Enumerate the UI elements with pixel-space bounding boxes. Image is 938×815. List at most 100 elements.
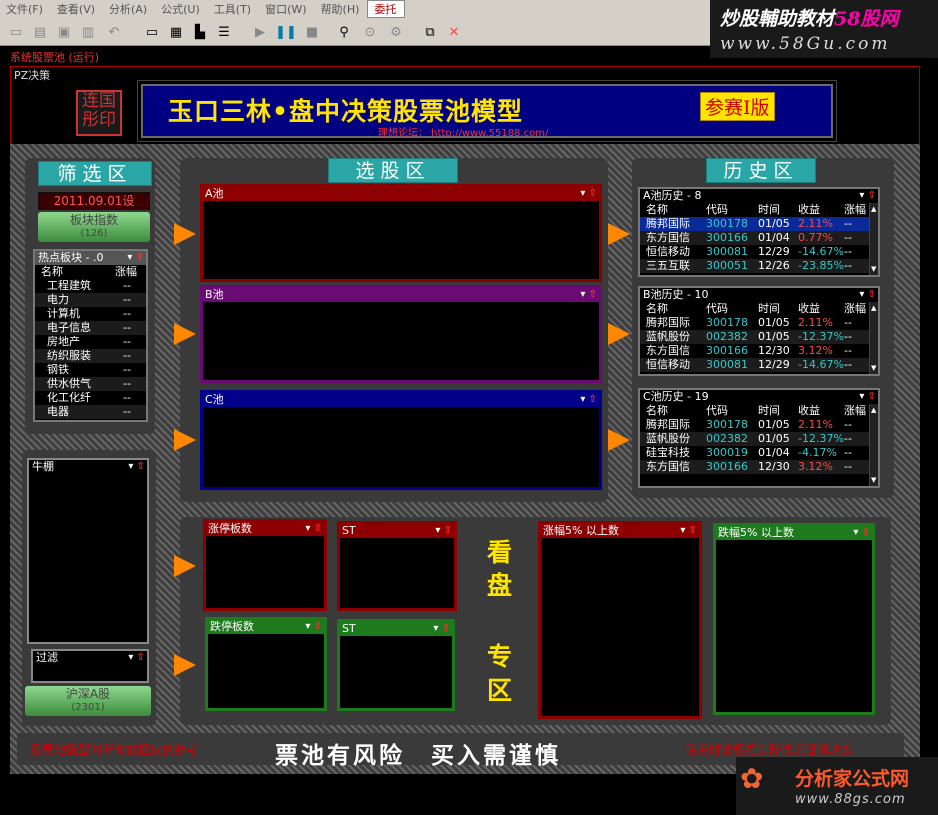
layout-icon[interactable]: ▦	[166, 22, 186, 42]
menu-tools[interactable]: 工具(T)	[208, 1, 259, 19]
pool-b-window[interactable]: B池 ▾ ⇧	[200, 285, 602, 383]
list-item[interactable]: 工程建筑 --	[35, 279, 146, 293]
table-row[interactable]: 三五互联 300051 12/26 -23.85% --	[640, 259, 878, 273]
down5-window[interactable]: 跌幅5% 以上数 ▾ ⇧	[713, 523, 875, 715]
all-a-shares-button[interactable]: 沪深A股 (2301)	[25, 686, 151, 716]
signal-arrow-icon	[608, 429, 630, 451]
brand-title: 炒股輔助教材58股网	[720, 8, 899, 30]
limit-down-title: 跌停板数	[210, 620, 254, 633]
dropdown-icon: ▾	[680, 525, 686, 536]
stop-icon[interactable]: ■	[302, 22, 322, 42]
table-row[interactable]: 恒信移动 300081 12/29 -14.67% --	[640, 245, 878, 259]
filter-list[interactable]: 过滤 ▾ ⇧	[31, 649, 149, 683]
cell-name: 硅宝科技	[646, 446, 690, 459]
list-item[interactable]: 电力 --	[35, 293, 146, 307]
menu-window[interactable]: 窗口(W)	[259, 1, 314, 19]
date-setting-button[interactable]: 2011.09.01设	[38, 192, 150, 210]
signal-arrow-icon	[174, 654, 196, 676]
dropdown-icon: ▾	[305, 523, 311, 534]
find-icon[interactable]: ⊙	[360, 22, 380, 42]
pause-icon[interactable]: ❚❚	[275, 22, 297, 42]
pool-c-history[interactable]: C池历史 - 19 ▾ ⇧ 名称 代码 时间 收益 涨幅 腾邦国际 300178 01/05 2.…	[638, 388, 880, 488]
menu-analysis[interactable]: 分析(A)	[103, 1, 155, 19]
up-arrow-icon: ⇧	[136, 652, 145, 663]
rect-tool-icon[interactable]: ▭	[142, 22, 162, 42]
table-row[interactable]: 东方国信 300166 01/04 0.77% --	[640, 231, 878, 245]
st-up-title: ST	[342, 524, 356, 537]
table-row[interactable]: 腾邦国际 300178 01/05 2.11% --	[640, 418, 878, 432]
table-row[interactable]: 硅宝科技 300019 01/04 -4.17% --	[640, 446, 878, 460]
scrollbar[interactable]: ▲ ▼	[869, 404, 878, 486]
hot-sector-list[interactable]: 热点板块 - .0 ▾ ⇧ 名称 涨幅 工程建筑 -- 电力 -- 计算机 -- 电子信息 -- 房…	[33, 249, 148, 422]
dropdown-icon: ▾	[127, 252, 133, 263]
board-index-button[interactable]: 板块指数 (126)	[38, 212, 150, 242]
align-icon[interactable]: ▙	[190, 22, 210, 42]
play-icon[interactable]: ▶	[250, 22, 270, 42]
footer-site-name: 分析家公式网	[795, 768, 910, 790]
history-header: 名称 代码 时间 收益 涨幅	[640, 404, 878, 418]
cell-code: 002382	[706, 330, 748, 343]
bull-list[interactable]: 牛棚 ▾ ⇧	[27, 458, 149, 644]
table-row[interactable]: 东方国信 300166 12/30 3.12% --	[640, 344, 878, 358]
export-icon[interactable]: ⧉	[420, 22, 440, 42]
pool-b-history[interactable]: B池历史 - 10 ▾ ⇧ 名称 代码 时间 收益 涨幅 腾邦国际 300178 01/05 2.…	[638, 286, 880, 376]
list-item[interactable]: 电器 --	[35, 405, 146, 419]
list-item[interactable]: 计算机 --	[35, 307, 146, 321]
table-row[interactable]: 东方国信 300166 12/30 3.12% --	[640, 460, 878, 474]
cell-chg: --	[844, 259, 852, 272]
pool-a-history[interactable]: A池历史 - 8 ▾ ⇧ 名称 代码 时间 收益 涨幅 腾邦国际 300178 01/05 2.1…	[638, 187, 880, 277]
pool-c-window[interactable]: C池 ▾ ⇧	[200, 390, 602, 490]
menu-formula[interactable]: 公式(U)	[155, 1, 208, 19]
sector-change: --	[123, 349, 131, 362]
table-row[interactable]: 蓝帆股份 002382 01/05 -12.37% --	[640, 432, 878, 446]
list-item[interactable]: 纺织服装 --	[35, 349, 146, 363]
table-row[interactable]: 恒信移动 300081 12/29 -14.67% --	[640, 358, 878, 372]
open-icon[interactable]: ▤	[30, 22, 50, 42]
column-header: 代码	[706, 302, 728, 315]
cell-name: 腾邦国际	[646, 217, 690, 230]
close-icon[interactable]: ✕	[444, 22, 464, 42]
search-icon[interactable]: ⚲	[334, 22, 354, 42]
menu-trade[interactable]: 委托	[367, 0, 406, 18]
dropdown-icon: ▾	[859, 289, 865, 300]
warning-right: 使用时请根据实际情况谨慎决策	[685, 743, 854, 757]
list-item[interactable]: 化工化纤 --	[35, 391, 146, 405]
sector-name: 计算机	[47, 307, 80, 320]
table-row[interactable]: 蓝帆股份 002382 01/05 -12.37% --	[640, 330, 878, 344]
limit-down-window[interactable]: 跌停板数 ▾ ⇧	[205, 617, 327, 711]
list-item[interactable]: 电子信息 --	[35, 321, 146, 335]
menu-file[interactable]: 文件(F)	[0, 1, 51, 19]
scrollbar[interactable]: ▲ ▼	[869, 203, 878, 275]
scrollbar[interactable]: ▲ ▼	[869, 302, 878, 374]
cell-time: 01/05	[758, 217, 790, 230]
column-header: 时间	[758, 302, 780, 315]
table-row[interactable]: 腾邦国际 300178 01/05 2.11% --	[640, 217, 878, 231]
settings-icon[interactable]: ⚙	[386, 22, 406, 42]
cell-name: 恒信移动	[646, 358, 690, 371]
save-icon[interactable]: ▣	[54, 22, 74, 42]
sector-change: --	[123, 377, 131, 390]
pool-a-window[interactable]: A池 ▾ ⇧	[200, 184, 602, 282]
list-item[interactable]: 供水供气 --	[35, 377, 146, 391]
list-item[interactable]: 房地产 --	[35, 335, 146, 349]
up5-window[interactable]: 涨幅5% 以上数 ▾ ⇧	[538, 521, 702, 719]
undo-icon[interactable]: ↶	[104, 22, 124, 42]
forum-link[interactable]: 理想论坛： http://www.55188.com/	[378, 124, 548, 139]
menu-help[interactable]: 帮助(H)	[315, 1, 368, 19]
menu-view[interactable]: 查看(V)	[51, 1, 103, 19]
print-icon[interactable]: ▥	[78, 22, 98, 42]
st-down-window[interactable]: ST ▾ ⇧	[337, 619, 455, 711]
cell-time: 01/05	[758, 418, 790, 431]
cell-code: 300019	[706, 446, 748, 459]
list-icon[interactable]: ☰	[214, 22, 234, 42]
column-header: 名称	[646, 203, 668, 216]
cell-code: 300166	[706, 344, 748, 357]
st-up-window[interactable]: ST ▾ ⇧	[337, 521, 457, 611]
cell-name: 蓝帆股份	[646, 432, 690, 445]
history-zone-title: 历史区	[706, 158, 816, 183]
list-item[interactable]: 钢铁 --	[35, 363, 146, 377]
table-row[interactable]: 腾邦国际 300178 01/05 2.11% --	[640, 316, 878, 330]
cell-code: 300081	[706, 245, 748, 258]
limit-up-window[interactable]: 涨停板数 ▾ ⇧	[203, 519, 327, 611]
new-icon[interactable]: ▭	[6, 22, 26, 42]
